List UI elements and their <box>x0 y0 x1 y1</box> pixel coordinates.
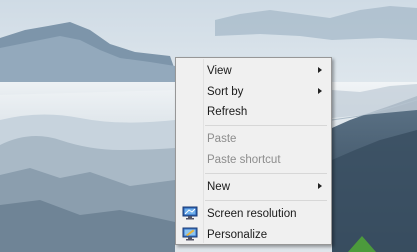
menu-item-paste-shortcut[interactable]: Paste shortcut <box>176 149 331 170</box>
menu-item-label: View <box>207 64 232 77</box>
menu-item-sort-by[interactable]: Sort by <box>176 81 331 102</box>
monitor-resolution-icon <box>182 206 198 220</box>
menu-item-label: Personalize <box>207 228 268 241</box>
submenu-arrow-icon <box>318 183 322 189</box>
menu-item-label: New <box>207 180 231 193</box>
menu-item-label: Paste <box>207 132 237 145</box>
menu-item-view[interactable]: View <box>176 60 331 81</box>
menu-item-personalize[interactable]: Personalize <box>176 224 331 245</box>
desktop-context-menu: View Sort by Refresh Paste Paste shortcu… <box>175 57 332 245</box>
menu-separator <box>205 173 327 174</box>
menu-item-label: Sort by <box>207 85 244 98</box>
menu-item-screen-resolution[interactable]: Screen resolution <box>176 203 331 224</box>
menu-item-label: Screen resolution <box>207 207 297 220</box>
menu-item-new[interactable]: New <box>176 176 331 197</box>
menu-item-paste[interactable]: Paste <box>176 128 331 149</box>
menu-separator <box>205 125 327 126</box>
menu-separator <box>205 200 327 201</box>
monitor-personalize-icon <box>182 227 198 241</box>
submenu-arrow-icon <box>318 88 322 94</box>
submenu-arrow-icon <box>318 67 322 73</box>
menu-item-label: Paste shortcut <box>207 153 281 166</box>
menu-item-label: Refresh <box>207 105 248 118</box>
menu-item-refresh[interactable]: Refresh <box>176 101 331 122</box>
